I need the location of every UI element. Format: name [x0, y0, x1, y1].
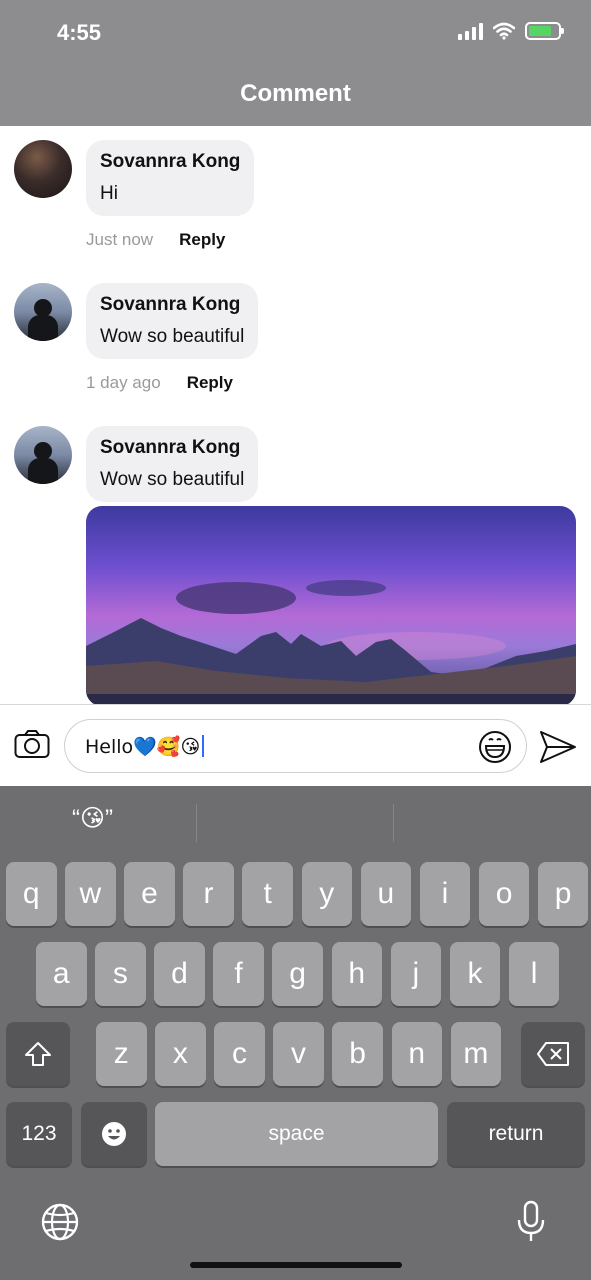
emoji-key[interactable] [81, 1102, 147, 1166]
key-y[interactable]: y [301, 862, 352, 926]
shift-key[interactable] [6, 1022, 70, 1086]
key-b[interactable]: b [332, 1022, 383, 1086]
key-s[interactable]: s [95, 942, 146, 1006]
space-key[interactable]: space [155, 1102, 438, 1166]
status-time: 4:55 [57, 20, 102, 45]
key-c[interactable]: c [214, 1022, 265, 1086]
comment-text: Wow so beautiful [100, 326, 245, 347]
key-z[interactable]: z [96, 1022, 147, 1086]
avatar[interactable] [14, 283, 72, 341]
numbers-key[interactable]: 123 [6, 1102, 72, 1166]
comment-author: Sovannra Kong [100, 294, 241, 315]
key-r[interactable]: r [183, 862, 234, 926]
comment-meta: Just now Reply [86, 230, 225, 250]
battery-icon [525, 22, 564, 40]
key-e[interactable]: e [124, 862, 175, 926]
key-w[interactable]: w [65, 862, 116, 926]
shift-icon [25, 1042, 51, 1066]
key-g[interactable]: g [272, 942, 323, 1006]
reply-button[interactable]: Reply [179, 230, 225, 250]
emoji-icon[interactable] [478, 730, 512, 764]
avatar[interactable] [14, 426, 72, 484]
cellular-signal-icon [458, 22, 483, 40]
key-m[interactable]: m [450, 1022, 502, 1086]
key-d[interactable]: d [154, 942, 205, 1006]
key-p[interactable]: p [537, 862, 589, 926]
comment-bubble[interactable]: Sovannra Kong Wow so beautiful [86, 426, 259, 502]
home-indicator [190, 1262, 402, 1268]
backspace-key[interactable] [521, 1022, 585, 1086]
comment-composer: Hello💙🥰😘 [0, 704, 591, 786]
comment-bubble[interactable]: Sovannra Kong Hi [86, 140, 255, 216]
key-o[interactable]: o [478, 862, 530, 926]
landscape-image [86, 580, 576, 704]
key-t[interactable]: t [242, 862, 293, 926]
key-l[interactable]: l [508, 942, 560, 1006]
battery-level [529, 26, 552, 36]
key-n[interactable]: n [391, 1022, 442, 1086]
top-bar: 4:55 Comment [0, 0, 591, 126]
backspace-icon [537, 1042, 569, 1066]
wifi-icon [493, 22, 515, 40]
key-q[interactable]: q [6, 862, 57, 926]
suggestion-bar: “😘” [0, 786, 591, 862]
status-icons [458, 22, 564, 40]
globe-icon[interactable] [40, 1202, 80, 1242]
camera-icon[interactable] [14, 729, 50, 759]
send-icon[interactable] [538, 729, 578, 765]
comment-input[interactable]: Hello💙🥰😘 [64, 719, 527, 773]
suggestion-item[interactable]: “😘” [72, 804, 113, 833]
key-u[interactable]: u [360, 862, 412, 926]
keyboard: “😘” qwertyuiop asdfghjkl zxcvbnm 123 space… [0, 786, 591, 1280]
comment-meta: 1 day ago Reply [86, 373, 233, 393]
key-h[interactable]: h [331, 942, 382, 1006]
key-i[interactable]: i [419, 862, 471, 926]
key-v[interactable]: v [273, 1022, 324, 1086]
comments-list[interactable]: Sovannra Kong Hi Just now Reply Sovannra… [0, 126, 591, 704]
comment-time: 1 day ago [86, 373, 161, 392]
avatar[interactable] [14, 140, 72, 198]
comment-author: Sovannra Kong [100, 151, 241, 172]
comment-text: Hi [100, 183, 118, 204]
key-x[interactable]: x [155, 1022, 206, 1086]
comment-input-value: Hello💙🥰😘 [85, 736, 201, 758]
key-f[interactable]: f [213, 942, 264, 1006]
comment-text: Wow so beautiful [100, 469, 245, 490]
page-title: Comment [240, 80, 351, 107]
key-j[interactable]: j [390, 942, 442, 1006]
comment-time: Just now [86, 230, 154, 249]
emoji-face-icon [102, 1122, 126, 1146]
reply-button[interactable]: Reply [187, 373, 233, 393]
microphone-icon[interactable] [516, 1200, 546, 1244]
key-k[interactable]: k [449, 942, 501, 1006]
return-key[interactable]: return [447, 1102, 585, 1166]
text-caret [202, 735, 205, 757]
comment-author: Sovannra Kong [100, 437, 241, 458]
key-a[interactable]: a [36, 942, 87, 1006]
comment-bubble[interactable]: Sovannra Kong Wow so beautiful [86, 283, 259, 359]
comment-photo[interactable] [86, 506, 576, 704]
